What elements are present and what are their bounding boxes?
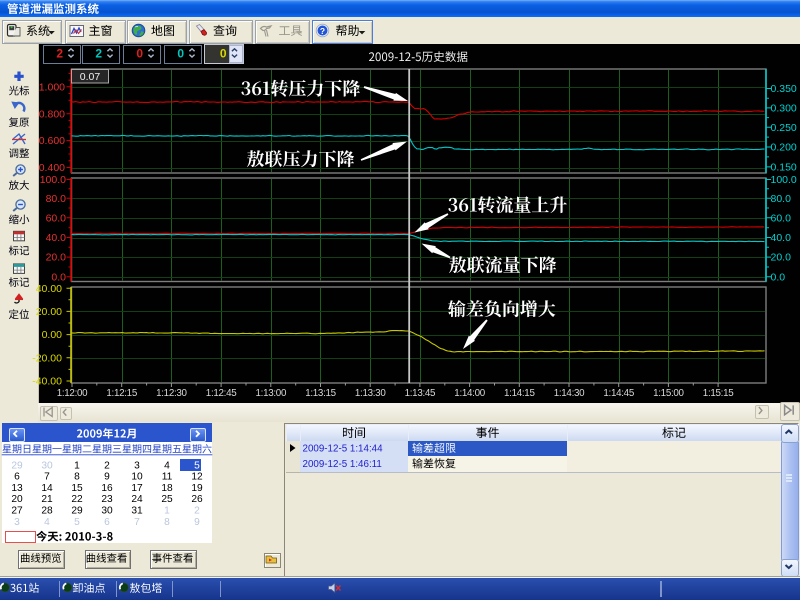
svg-text:0.350: 0.350 <box>771 83 797 95</box>
svg-text:11: 11 <box>162 472 173 483</box>
svg-text:30: 30 <box>101 506 113 517</box>
svg-text:0.800: 0.800 <box>39 108 65 120</box>
svg-text:4: 4 <box>44 517 50 528</box>
svg-text:0.0: 0.0 <box>51 271 66 283</box>
svg-text:1: 1 <box>164 506 170 517</box>
svg-text:-40.00: -40.00 <box>32 376 62 388</box>
svg-text:31: 31 <box>131 506 143 517</box>
svg-text:2: 2 <box>95 47 102 61</box>
svg-text:29: 29 <box>71 506 83 517</box>
svg-text:0.300: 0.300 <box>771 103 797 115</box>
svg-text:9: 9 <box>104 472 110 483</box>
svg-text:1:13:30: 1:13:30 <box>355 388 386 399</box>
svg-text:100.0: 100.0 <box>771 174 797 186</box>
svg-text:7: 7 <box>44 472 50 483</box>
svg-text:19: 19 <box>191 483 203 494</box>
svg-text:0.00: 0.00 <box>42 329 63 341</box>
svg-text:12: 12 <box>191 472 203 483</box>
svg-text:0.200: 0.200 <box>771 142 797 154</box>
svg-text:4: 4 <box>164 460 170 471</box>
svg-text:0: 0 <box>220 47 227 61</box>
svg-text:0.150: 0.150 <box>771 162 797 174</box>
svg-text:2: 2 <box>104 460 110 471</box>
svg-text:40.0: 40.0 <box>46 232 67 244</box>
svg-text:15: 15 <box>71 483 83 494</box>
svg-text:1:12:30: 1:12:30 <box>156 388 187 399</box>
svg-text:0.600: 0.600 <box>39 135 65 147</box>
svg-text:60.0: 60.0 <box>771 212 792 224</box>
svg-text:0: 0 <box>177 47 184 61</box>
svg-text:13: 13 <box>11 483 23 494</box>
svg-text:1:12:00: 1:12:00 <box>57 388 88 399</box>
svg-text:6: 6 <box>104 517 110 528</box>
svg-text:?: ? <box>320 26 325 36</box>
svg-text:18: 18 <box>161 483 173 494</box>
svg-text:5: 5 <box>194 460 200 471</box>
svg-text:20: 20 <box>11 494 23 505</box>
svg-text:27: 27 <box>11 506 23 517</box>
svg-text:1:15:00: 1:15:00 <box>653 388 684 399</box>
svg-text:26: 26 <box>191 494 203 505</box>
svg-text:1:13:45: 1:13:45 <box>405 388 436 399</box>
svg-text:20.0: 20.0 <box>771 252 792 264</box>
svg-text:40.00: 40.00 <box>36 283 62 295</box>
svg-text:16: 16 <box>101 483 113 494</box>
svg-text:3: 3 <box>134 460 140 471</box>
svg-text:7: 7 <box>134 517 140 528</box>
svg-text:2009-12-5 1:46:11: 2009-12-5 1:46:11 <box>303 459 382 470</box>
svg-text:0.07: 0.07 <box>80 71 101 83</box>
svg-text:0.400: 0.400 <box>39 162 65 174</box>
svg-text:80.0: 80.0 <box>771 193 792 205</box>
svg-text:22: 22 <box>71 494 83 505</box>
svg-text:0: 0 <box>136 47 143 61</box>
svg-text:80.0: 80.0 <box>46 193 67 205</box>
svg-text:20.0: 20.0 <box>46 252 67 264</box>
svg-text:60.0: 60.0 <box>46 212 67 224</box>
svg-text:10: 10 <box>131 472 143 483</box>
svg-text:3: 3 <box>14 517 20 528</box>
svg-text:1:14:15: 1:14:15 <box>504 388 535 399</box>
svg-text:17: 17 <box>131 483 143 494</box>
svg-text:1: 1 <box>74 460 80 471</box>
svg-text:40.0: 40.0 <box>771 232 792 244</box>
svg-text:20.00: 20.00 <box>36 306 62 318</box>
svg-text:0.250: 0.250 <box>771 122 797 134</box>
svg-text:2009-12-5 1:14:44: 2009-12-5 1:14:44 <box>303 444 384 455</box>
svg-text:100.0: 100.0 <box>40 174 66 186</box>
svg-text:1:14:00: 1:14:00 <box>454 388 485 399</box>
svg-text:24: 24 <box>131 494 143 505</box>
svg-text:25: 25 <box>161 494 173 505</box>
svg-text:1:15:15: 1:15:15 <box>703 388 734 399</box>
svg-text:9: 9 <box>194 517 200 528</box>
svg-text:1.000: 1.000 <box>39 81 65 93</box>
svg-text:30: 30 <box>41 460 53 471</box>
svg-text:14: 14 <box>41 483 53 494</box>
svg-text:8: 8 <box>74 472 80 483</box>
svg-text:1:13:15: 1:13:15 <box>305 388 336 399</box>
svg-text:1:12:15: 1:12:15 <box>106 388 137 399</box>
svg-text:28: 28 <box>41 506 53 517</box>
svg-text:1:14:45: 1:14:45 <box>603 388 634 399</box>
svg-text:6: 6 <box>14 472 20 483</box>
svg-text:-20.00: -20.00 <box>32 352 62 364</box>
svg-text:21: 21 <box>41 494 53 505</box>
svg-text:2: 2 <box>194 506 200 517</box>
svg-text:5: 5 <box>74 517 80 528</box>
svg-text:0.0: 0.0 <box>771 271 786 283</box>
svg-text:1:12:45: 1:12:45 <box>206 388 237 399</box>
svg-text:1:14:30: 1:14:30 <box>554 388 585 399</box>
svg-text:8: 8 <box>164 517 170 528</box>
svg-text:29: 29 <box>11 460 23 471</box>
svg-text:23: 23 <box>101 494 113 505</box>
svg-text:1:13:00: 1:13:00 <box>256 388 287 399</box>
svg-text:2: 2 <box>56 47 63 61</box>
